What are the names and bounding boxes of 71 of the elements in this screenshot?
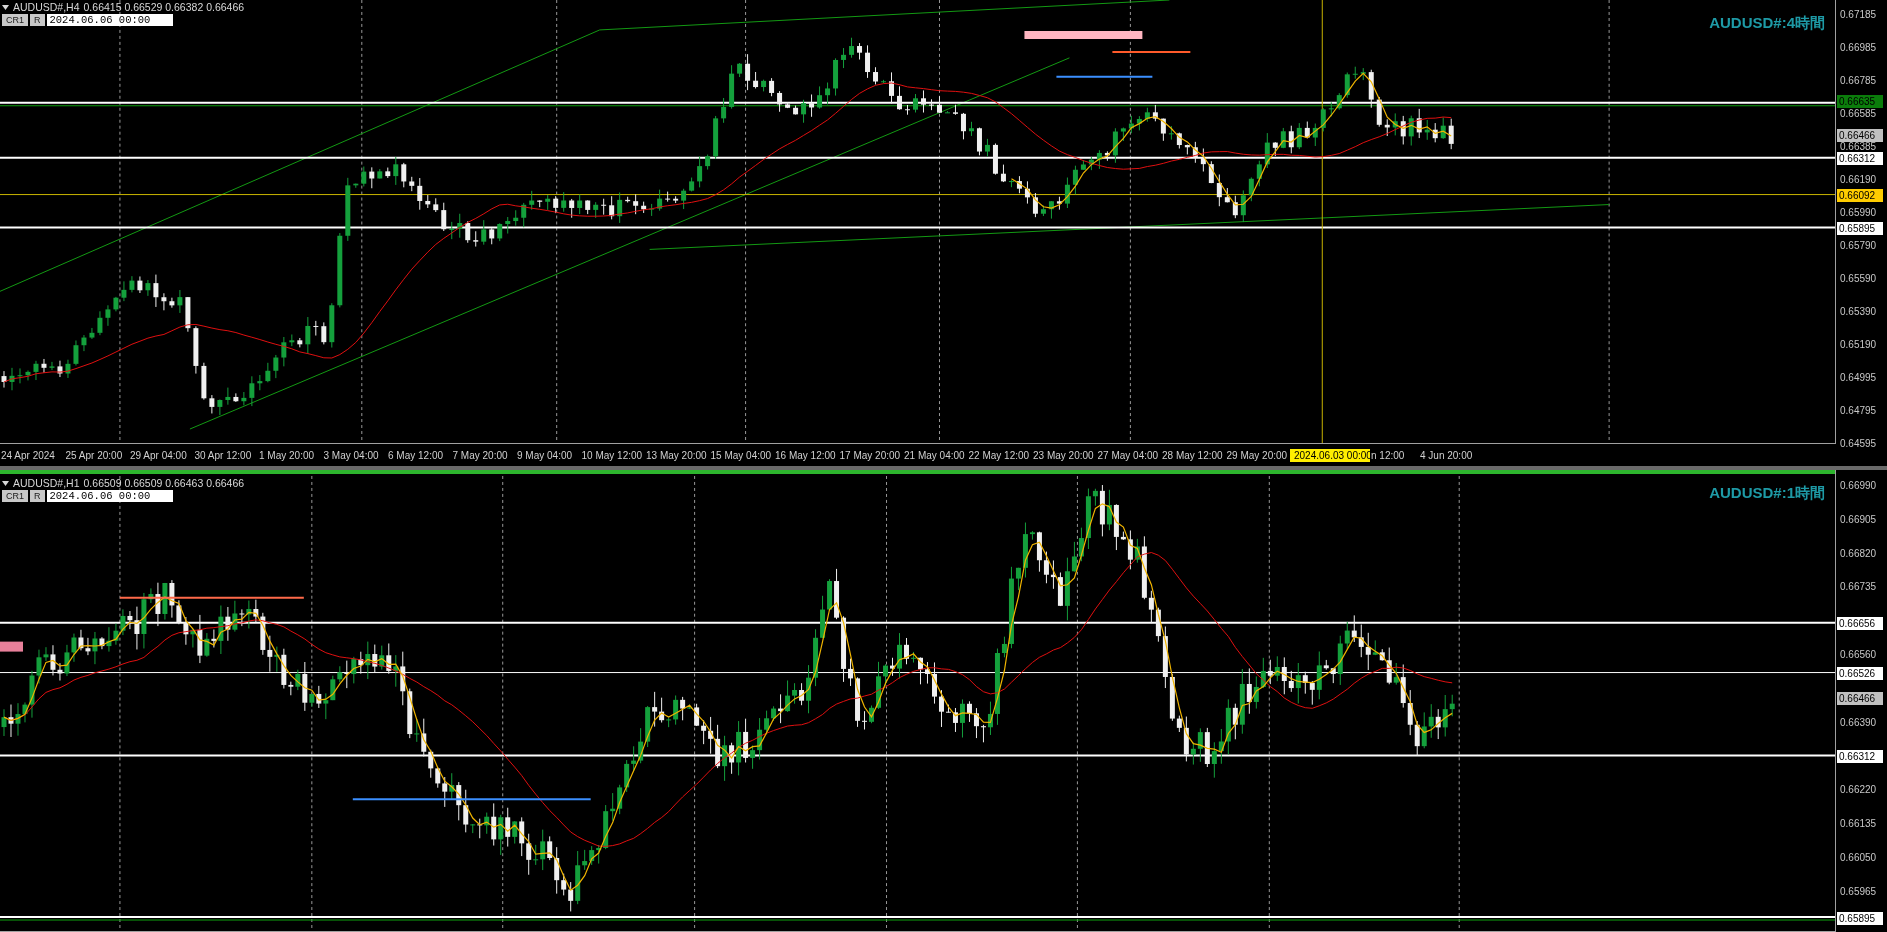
- chart-title: AUDUSD#:4時間: [1709, 13, 1825, 33]
- price-axis-label: 0.65190: [1840, 339, 1877, 351]
- price-axis-label: 0.66220: [1840, 784, 1877, 797]
- time-axis-label: 1 May 20:00: [258, 448, 316, 463]
- time-axis-label: n 12:00: [1370, 448, 1406, 463]
- price-axis-label: 0.65965: [1840, 885, 1877, 898]
- price-axis-label: 0.66190: [1840, 174, 1877, 186]
- time-axis-label: 4 Jun 20:00: [1419, 448, 1474, 463]
- time-axis-label: 21 May 04:00: [903, 448, 966, 463]
- time-axis-label: 16 May 12:00: [774, 448, 837, 463]
- price-axis-label: 0.65390: [1840, 306, 1877, 318]
- toolbar-button[interactable]: R: [30, 490, 45, 502]
- symbol-label: AUDUSD#,H1: [13, 477, 80, 489]
- price-axis-label: 0.66135: [1840, 818, 1877, 830]
- price-tag: 0.66466: [1837, 691, 1883, 705]
- price-axis-label: 0.66735: [1840, 581, 1877, 594]
- price-axis-label: 0.67185: [1840, 9, 1877, 21]
- time-axis-label: 17 May 20:00: [838, 448, 902, 463]
- ohlc-values: 0.66509 0.66509 0.66463 0.66466: [83, 477, 245, 489]
- price-tag: 0.65895: [1837, 221, 1883, 235]
- toolbar-button[interactable]: CR1: [2, 14, 28, 26]
- time-axis-label: 10 May 12:00: [580, 448, 644, 463]
- price-tag: 0.66312: [1837, 151, 1883, 165]
- price-axis-label: 0.66390: [1840, 716, 1877, 729]
- price-tag: 0.66466: [1837, 128, 1883, 142]
- time-axis-label: 25 Apr 20:00: [64, 448, 124, 463]
- toolbar-button[interactable]: CR1: [2, 490, 28, 502]
- price-axis-label: 0.66990: [1840, 480, 1877, 492]
- price-axis-label: 0.65790: [1840, 240, 1877, 252]
- level-line: [0, 641, 23, 652]
- time-axis-label: 9 May 04:00: [516, 448, 574, 463]
- collapse-icon[interactable]: [2, 480, 9, 486]
- time-axis-label: 24 Apr 2024: [0, 448, 56, 463]
- symbol-label: AUDUSD#,H4: [13, 1, 80, 13]
- chart-title: AUDUSD#:1時間: [1709, 483, 1825, 503]
- time-axis-label: 15 May 04:00: [709, 448, 773, 463]
- time-axis-label: 29 May 20:00: [1225, 448, 1289, 463]
- price-tag: 0.66526: [1837, 666, 1883, 680]
- price-tag: 0.65895: [1837, 911, 1883, 925]
- price-axis-label: 0.64995: [1840, 372, 1877, 384]
- price-axis-label: 0.66785: [1840, 75, 1877, 87]
- time-axis-label: 3 May 04:00: [322, 448, 380, 463]
- price-tag: 0.66092: [1837, 188, 1883, 202]
- price-axis-label: 0.66905: [1840, 513, 1877, 526]
- time-axis-label: 22 May 12:00: [967, 448, 1031, 463]
- time-axis-label: 27 May 04:00: [1096, 448, 1160, 463]
- price-axis-label: 0.66560: [1840, 649, 1877, 661]
- price-axis-label: 0.66385: [1840, 141, 1877, 153]
- price-axis-label: 0.64795: [1840, 405, 1877, 417]
- time-axis-label: 28 May 12:00: [1161, 448, 1224, 463]
- time-axis-label: 6 May 12:00: [387, 448, 445, 463]
- time-axis-label: 7 May 20:00: [451, 448, 509, 463]
- time-axis-label: 30 Apr 12:00: [193, 448, 253, 463]
- price-axis-label: 0.65990: [1840, 207, 1877, 219]
- price-axis-label: 0.66585: [1840, 108, 1877, 120]
- date-field[interactable]: 2024.06.06 00:00: [46, 490, 173, 502]
- price-axis-label: 0.66050: [1840, 851, 1877, 864]
- price-axis-label: 0.64595: [1840, 438, 1877, 450]
- price-tag: 0.66312: [1837, 749, 1883, 763]
- price-tag: 0.66635: [1837, 94, 1883, 108]
- time-axis-label: 23 May 20:00: [1032, 448, 1095, 463]
- collapse-icon[interactable]: [2, 4, 9, 10]
- price-tag: 0.66656: [1837, 616, 1883, 630]
- date-field[interactable]: 2024.06.06 00:00: [46, 14, 173, 26]
- price-axis-label: 0.65590: [1840, 273, 1877, 285]
- toolbar-button[interactable]: R: [30, 14, 45, 26]
- time-axis-label: 13 May 20:00: [645, 448, 708, 463]
- price-axis-label: 0.66985: [1840, 42, 1877, 54]
- price-axis-label: 0.66820: [1840, 547, 1877, 560]
- ohlc-values: 0.66415 0.66529 0.66382 0.66466: [83, 1, 245, 13]
- time-axis-label: 29 Apr 04:00: [129, 448, 188, 463]
